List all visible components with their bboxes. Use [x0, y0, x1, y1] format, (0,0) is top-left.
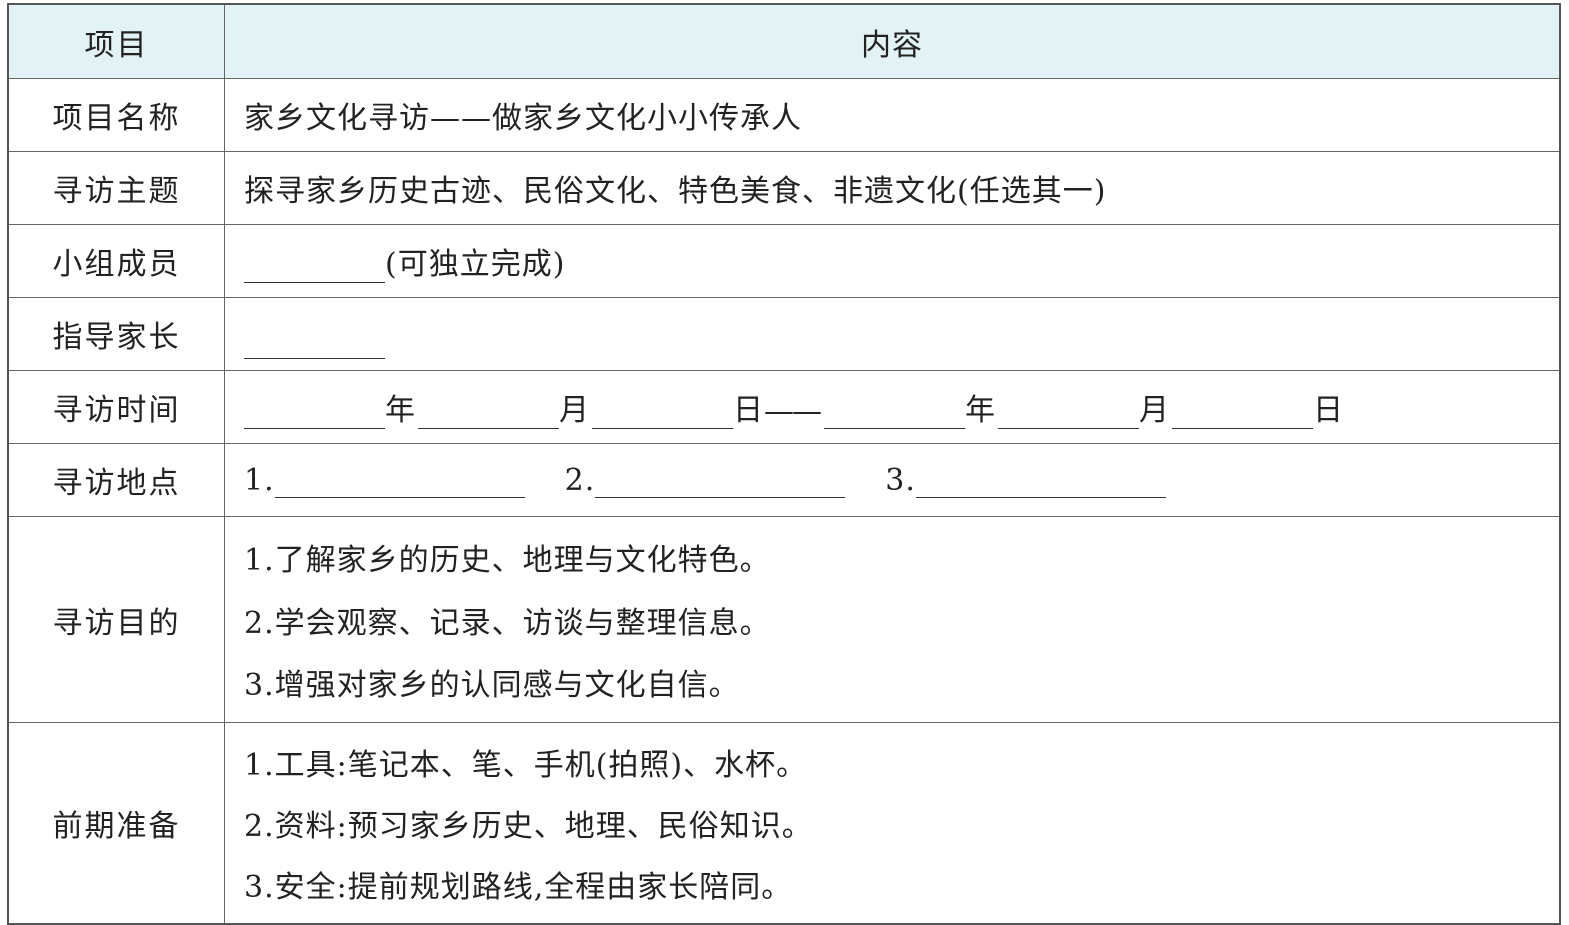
end-month-label: 月: [1139, 393, 1170, 428]
value-place: 1. 2. 3.: [225, 444, 1559, 516]
place-2-number: 2.: [564, 462, 596, 498]
start-day-blank[interactable]: [592, 402, 733, 429]
end-month-blank[interactable]: [998, 402, 1139, 429]
prep-item: 2.资料:预习家乡历史、地理、民俗知识。: [244, 809, 813, 844]
activity-table: 项目 内容 项目名称 家乡文化寻访——做家乡文化小小传承人 寻访主题 探寻家乡历…: [7, 3, 1561, 925]
value-members: (可独立完成): [225, 225, 1559, 297]
members-blank[interactable]: [244, 256, 385, 283]
place-1-number: 1.: [244, 462, 275, 498]
place-2-blank[interactable]: [595, 471, 846, 498]
row-guide: 指导家长: [9, 297, 1559, 370]
table-header: 项目 内容: [9, 5, 1559, 78]
start-year-label: 年: [385, 393, 416, 428]
start-month-label: 月: [559, 393, 590, 428]
purpose-item: 2.学会观察、记录、访谈与整理信息。: [244, 605, 771, 641]
value-guide: [225, 298, 1559, 370]
row-members: 小组成员 (可独立完成): [9, 224, 1559, 297]
row-place: 寻访地点 1. 2. 3.: [9, 443, 1559, 516]
header-item: 项目: [9, 5, 225, 78]
end-day-blank[interactable]: [1172, 402, 1313, 429]
value-preparation: 1.工具:笔记本、笔、手机(拍照)、水杯。 2.资料:预习家乡历史、地理、民俗知…: [225, 723, 1559, 923]
label-members: 小组成员: [9, 225, 225, 297]
value-time: 年 月 日 —— 年 月 日: [225, 371, 1559, 443]
value-purpose: 1.了解家乡的历史、地理与文化特色。 2.学会观察、记录、访谈与整理信息。 3.…: [225, 517, 1559, 722]
label-guide: 指导家长: [9, 298, 225, 370]
start-day-label: 日: [733, 393, 764, 428]
prep-item: 1.工具:笔记本、笔、手机(拍照)、水杯。: [244, 748, 808, 783]
members-note: (可独立完成): [385, 247, 566, 282]
place-1-blank[interactable]: [274, 471, 525, 498]
place-3-blank[interactable]: [915, 471, 1166, 498]
end-day-label: 日: [1313, 393, 1344, 428]
purpose-item: 1.了解家乡的历史、地理与文化特色。: [244, 543, 771, 579]
label-time: 寻访时间: [9, 371, 225, 443]
date-range-dash: ——: [764, 394, 822, 429]
value-theme: 探寻家乡历史古迹、民俗文化、特色美食、非遗文化(任选其一): [244, 174, 1107, 209]
label-project-name: 项目名称: [9, 79, 225, 151]
label-preparation: 前期准备: [9, 723, 225, 923]
value-project-name: 家乡文化寻访——做家乡文化小小传承人: [244, 101, 802, 136]
row-theme: 寻访主题 探寻家乡历史古迹、民俗文化、特色美食、非遗文化(任选其一): [9, 151, 1559, 224]
label-place: 寻访地点: [9, 444, 225, 516]
header-content: 内容: [861, 27, 923, 63]
place-3-number: 3.: [885, 462, 916, 498]
end-year-label: 年: [965, 393, 996, 428]
label-theme: 寻访主题: [9, 152, 225, 224]
start-year-blank[interactable]: [244, 402, 385, 429]
prep-item: 3.安全:提前规划路线,全程由家长陪同。: [244, 870, 793, 905]
guide-blank[interactable]: [244, 332, 385, 359]
row-project-name: 项目名称 家乡文化寻访——做家乡文化小小传承人: [9, 78, 1559, 151]
end-year-blank[interactable]: [824, 402, 965, 429]
row-time: 寻访时间 年 月 日 —— 年 月 日: [9, 370, 1559, 443]
label-purpose: 寻访目的: [9, 517, 225, 722]
purpose-item: 3.增强对家乡的认同感与文化自信。: [244, 667, 740, 703]
start-month-blank[interactable]: [418, 402, 559, 429]
row-purpose: 寻访目的 1.了解家乡的历史、地理与文化特色。 2.学会观察、记录、访谈与整理信…: [9, 516, 1559, 722]
row-preparation: 前期准备 1.工具:笔记本、笔、手机(拍照)、水杯。 2.资料:预习家乡历史、地…: [9, 722, 1559, 923]
